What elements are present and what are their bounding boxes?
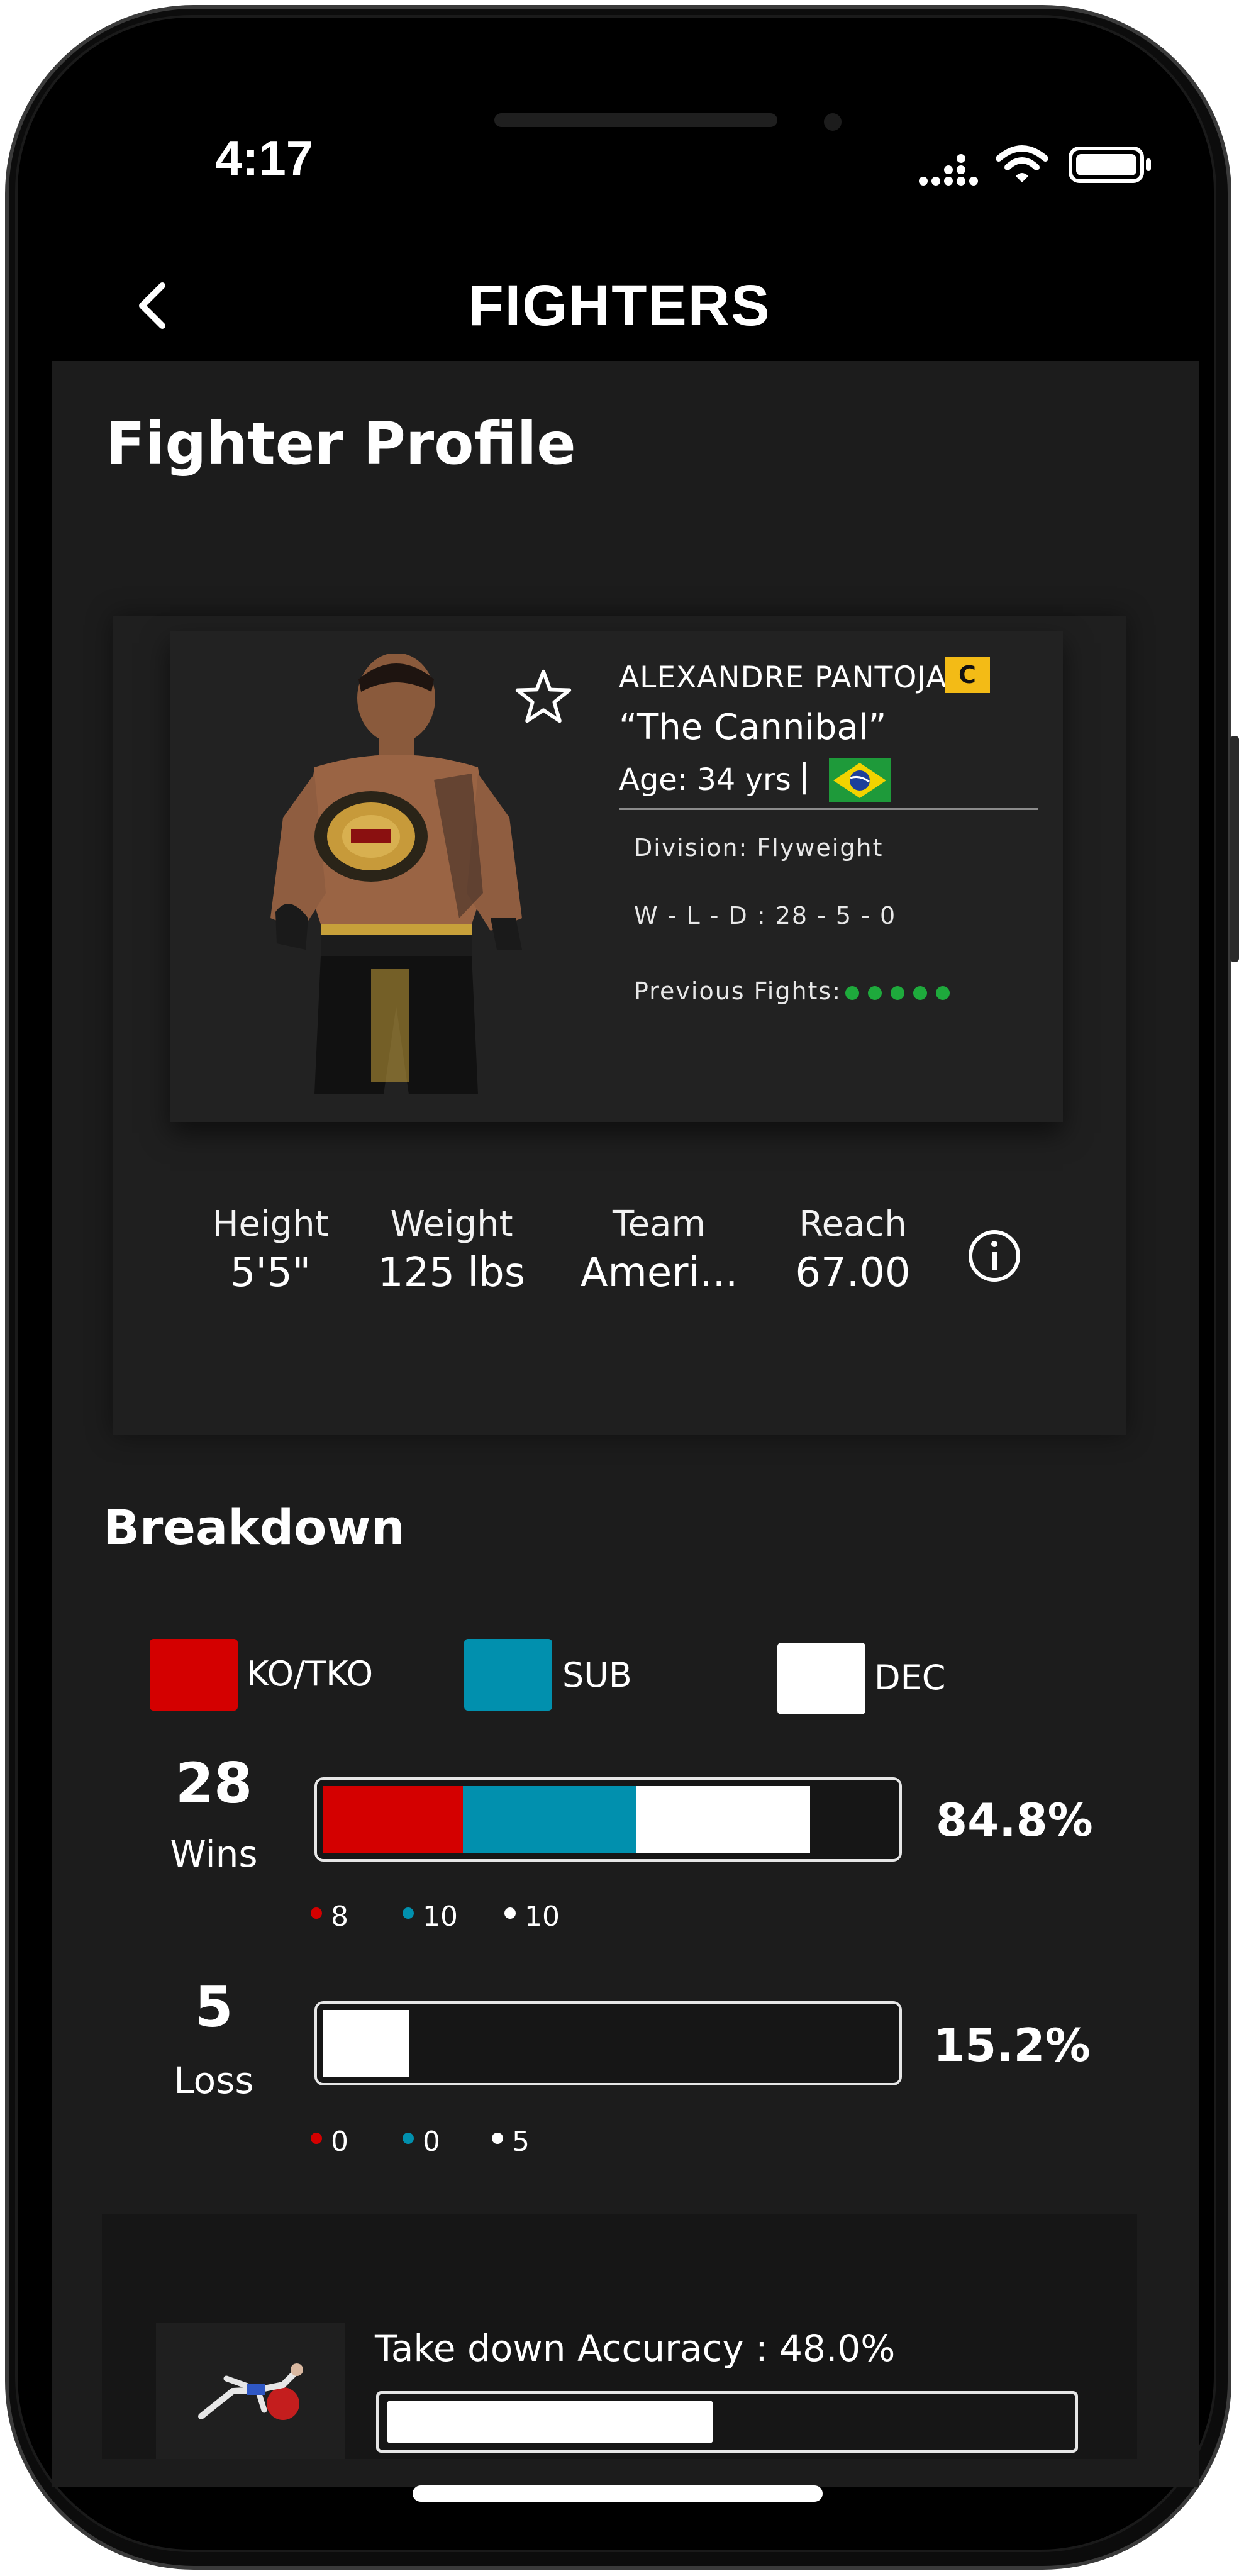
name-divider [619,808,1038,810]
breakdown-title: Breakdown [103,1499,405,1555]
wins-bar [314,1777,902,1862]
stat-team: Team Ameri... [571,1204,747,1296]
loss-dec-segment [323,2010,409,2077]
legend-ko-swatch [150,1639,238,1711]
stat-label: Weight [390,1204,513,1245]
brazil-flag-icon [829,758,891,802]
wins-sub-segment [463,1786,636,1853]
camera [824,113,842,131]
loss-label: Loss [174,2059,254,2102]
legend-sub-swatch [464,1639,552,1711]
info-icon[interactable] [966,1228,1023,1284]
stat-value: 5'5" [230,1250,311,1296]
loss-percent: 15.2% [933,2019,1091,2072]
previous-fights-label: Previous Fights: [634,977,842,1005]
wins-dec-value: 10 [525,1901,560,1933]
age-separator: | [799,757,810,795]
stat-label: Height [212,1204,329,1245]
fight-result-dot [845,986,859,1000]
wins-dec-segment [636,1786,810,1853]
dec-dot [504,1907,516,1919]
sub-dot [403,1907,414,1919]
signal-icon [919,154,978,186]
stat-value: 67.00 [795,1250,911,1296]
stat-label: Reach [799,1204,907,1245]
fight-result-dot [891,986,904,1000]
stat-height: Height 5'5" [182,1204,358,1296]
ko-dot [311,2133,322,2144]
wins-sub-count: 10 [403,1901,458,1933]
status-time: 4:17 [215,130,314,186]
battery-icon [1069,147,1151,183]
dec-dot [492,2133,503,2144]
takedown-bar [376,2391,1078,2453]
fighter-age: Age: 34 yrs [619,762,791,797]
fighter-record: W - L - D : 28 - 5 - 0 [634,902,897,930]
status-icons [917,142,1156,186]
stat-weight: Weight 125 lbs [364,1204,540,1296]
page-title: Fighter Profile [106,410,576,477]
fighter-division: Division: Flyweight [634,834,884,862]
loss-sub-value: 0 [423,2126,440,2158]
loss-ko-count: 0 [311,2126,348,2158]
wins-percent: 84.8% [936,1794,1093,1846]
legend-ko-label: KO/TKO [247,1654,374,1694]
loss-ko-value: 0 [331,2126,348,2158]
loss-dec-count: 5 [492,2126,530,2158]
wins-ko-segment [323,1786,463,1853]
favorite-star-icon[interactable] [513,667,574,727]
phone-frame: 4:17 FIGHTERS Fighter Profile ALEXANDRE … [0,0,1239,2576]
ko-dot [311,1907,322,1919]
notch [463,79,777,142]
loss-bar [314,2001,902,2085]
speaker [494,113,777,127]
stat-reach: Reach 67.00 [765,1204,941,1296]
champion-badge: C [945,657,990,693]
loss-count: 5 [194,1975,233,2040]
wins-ko-value: 8 [331,1901,348,1933]
fighter-name: ALEXANDRE PANTOJA [619,660,947,695]
takedown-label: Take down Accuracy : 48.0% [375,2327,896,2370]
takedown-icon [198,2363,303,2420]
legend-sub-label: SUB [562,1655,632,1695]
page-header-title: FIGHTERS [468,274,771,338]
stat-label: Team [612,1204,706,1245]
fighter-nickname: “The Cannibal” [619,707,887,748]
fighter-photo [270,654,522,1094]
legend-dec-swatch [777,1643,865,1714]
stat-value: Ameri... [580,1250,738,1296]
takedown-fill [387,2401,713,2443]
wins-label: Wins [170,1833,258,1875]
loss-sub-count: 0 [403,2126,440,2158]
wins-count: 28 [175,1751,253,1816]
stat-value: 125 lbs [377,1250,526,1296]
fight-result-dot [868,986,882,1000]
wifi-icon [996,145,1048,182]
previous-fights-dots [845,986,958,1002]
sub-dot [403,2133,414,2144]
wins-sub-value: 10 [423,1901,458,1933]
home-indicator[interactable] [413,2485,823,2502]
fight-result-dot [936,986,950,1000]
top-navigation: FIGHTERS [29,255,1210,356]
loss-dec-value: 5 [512,2126,530,2158]
fight-result-dot [913,986,927,1000]
legend-dec-label: DEC [874,1658,946,1697]
side-button [1230,736,1239,962]
wins-dec-count: 10 [504,1901,560,1933]
wins-ko-count: 8 [311,1901,348,1933]
